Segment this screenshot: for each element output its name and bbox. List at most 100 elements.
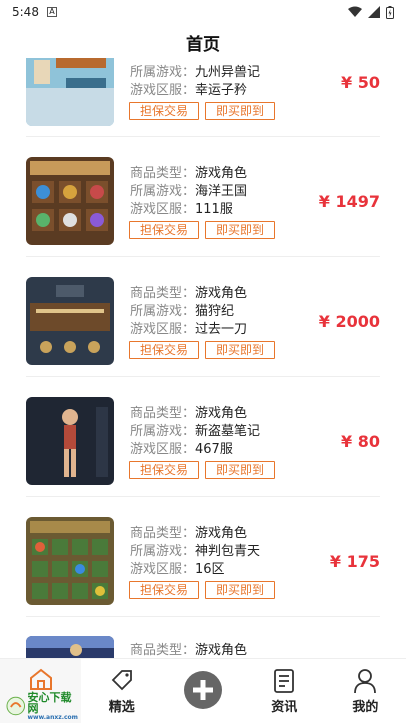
tab-publish[interactable]	[162, 659, 243, 723]
game-label: 所属游戏：	[130, 184, 196, 199]
list-item[interactable]: 商品类型：游戏角色 所属游戏：神判包青天 游戏区服：16区 担保交易 即买即到 …	[0, 517, 406, 637]
type-row: 商品类型：游戏角色	[130, 525, 260, 543]
instant-buy-tag[interactable]: 即买即到	[205, 581, 276, 599]
instant-buy-tag[interactable]: 即买即到	[205, 102, 276, 120]
list-item[interactable]: 商品类型：游戏角色	[0, 636, 406, 658]
item-info: 商品类型：游戏角色 所属游戏：海洋王国 游戏区服：111服	[130, 165, 247, 219]
list-item[interactable]: 所属游戏：九州异兽记 游戏区服：幸运子矜 担保交易 即买即到 ¥ 50	[0, 58, 406, 158]
notification-a-icon: A	[46, 7, 57, 17]
status-bar: 5:48 A	[0, 0, 406, 24]
tag-icon	[111, 670, 132, 691]
item-tags: 担保交易 即买即到	[129, 461, 276, 479]
divider	[26, 136, 380, 137]
tab-news[interactable]: 资讯	[244, 659, 325, 723]
tab-news-label: 资讯	[271, 700, 298, 715]
add-circle-icon	[184, 671, 222, 709]
status-left: 5:48 A	[12, 5, 57, 19]
type-value: 游戏角色	[195, 286, 248, 301]
watermark: 安心下载网 www.anxz.com	[6, 692, 81, 721]
item-price: ¥ 1497	[318, 192, 380, 211]
type-label: 商品类型：	[130, 526, 196, 541]
game-row: 所属游戏：猫狩纪	[130, 303, 247, 321]
server-value: 幸运子矜	[195, 83, 248, 98]
server-label: 游戏区服：	[130, 562, 196, 577]
wifi-icon	[348, 6, 362, 17]
item-price: ¥ 2000	[318, 312, 380, 331]
server-row: 游戏区服：幸运子矜	[130, 82, 260, 100]
instant-buy-tag[interactable]: 即买即到	[205, 221, 276, 239]
item-info: 所属游戏：九州异兽记 游戏区服：幸运子矜	[130, 64, 260, 100]
list-item[interactable]: 商品类型：游戏角色 所属游戏：海洋王国 游戏区服：111服 担保交易 即买即到 …	[0, 157, 406, 277]
game-value: 猫狩纪	[195, 304, 235, 319]
server-row: 游戏区服：467服	[130, 441, 260, 459]
item-price: ¥ 50	[341, 73, 380, 92]
battery-icon	[386, 5, 394, 19]
item-tags: 担保交易 即买即到	[129, 341, 276, 359]
game-row: 所属游戏：神判包青天	[130, 543, 260, 561]
server-label: 游戏区服：	[130, 322, 196, 337]
type-value: 游戏角色	[195, 526, 248, 541]
type-label: 商品类型：	[130, 166, 196, 181]
tab-mine[interactable]: 我的	[325, 659, 406, 723]
item-thumbnail	[26, 517, 114, 605]
page-title: 首页	[186, 35, 220, 55]
tab-home[interactable]: 安心下载网 www.anxz.com 首页	[0, 659, 82, 723]
product-list: 所属游戏：九州异兽记 游戏区服：幸运子矜 担保交易 即买即到 ¥ 50 商品类型…	[0, 58, 406, 658]
tab-featured[interactable]: 精选	[81, 659, 162, 723]
item-tags: 担保交易 即买即到	[129, 102, 276, 120]
type-label: 商品类型：	[130, 643, 196, 658]
item-info: 商品类型：游戏角色 所属游戏：猫狩纪 游戏区服：过去一刀	[130, 285, 247, 339]
server-value: 467服	[195, 442, 233, 457]
item-thumbnail	[26, 277, 114, 365]
item-info: 商品类型：游戏角色	[130, 642, 247, 658]
tab-mine-label: 我的	[352, 700, 379, 715]
bottom-tab-bar: 安心下载网 www.anxz.com 首页 精选 资讯	[0, 658, 406, 723]
game-label: 所属游戏：	[130, 424, 196, 439]
game-value: 新盗墓笔记	[195, 424, 261, 439]
watermark-logo-icon	[6, 696, 26, 715]
list-item[interactable]: 商品类型：游戏角色 所属游戏：猫狩纪 游戏区服：过去一刀 担保交易 即买即到 ¥…	[0, 277, 406, 397]
tab-featured-label: 精选	[108, 700, 135, 715]
server-value: 111服	[195, 202, 233, 217]
type-row: 商品类型：游戏角色	[130, 642, 247, 658]
game-value: 海洋王国	[195, 184, 248, 199]
status-right	[348, 5, 394, 19]
guarantee-trade-tag[interactable]: 担保交易	[129, 581, 200, 599]
user-icon	[354, 669, 377, 694]
item-info: 商品类型：游戏角色 所属游戏：新盗墓笔记 游戏区服：467服	[130, 405, 260, 459]
game-value: 九州异兽记	[195, 65, 261, 80]
game-row: 所属游戏：海洋王国	[130, 183, 247, 201]
item-thumbnail	[26, 397, 114, 485]
server-row: 游戏区服：16区	[130, 561, 260, 579]
list-item[interactable]: 商品类型：游戏角色 所属游戏：新盗墓笔记 游戏区服：467服 担保交易 即买即到…	[0, 397, 406, 517]
divider	[26, 616, 380, 617]
type-value: 游戏角色	[195, 643, 248, 658]
item-tags: 担保交易 即买即到	[129, 221, 276, 239]
type-value: 游戏角色	[195, 166, 248, 181]
item-info: 商品类型：游戏角色 所属游戏：神判包青天 游戏区服：16区	[130, 525, 260, 579]
instant-buy-tag[interactable]: 即买即到	[205, 341, 276, 359]
type-row: 商品类型：游戏角色	[130, 165, 247, 183]
server-label: 游戏区服：	[130, 202, 196, 217]
server-value: 过去一刀	[195, 322, 248, 337]
game-label: 所属游戏：	[130, 304, 196, 319]
server-label: 游戏区服：	[130, 442, 196, 457]
watermark-text: 安心下载网	[27, 691, 72, 715]
game-label: 所属游戏：	[130, 65, 196, 80]
server-value: 16区	[195, 562, 225, 577]
game-row: 所属游戏：九州异兽记	[130, 64, 260, 82]
divider	[26, 376, 380, 377]
guarantee-trade-tag[interactable]: 担保交易	[129, 461, 200, 479]
instant-buy-tag[interactable]: 即买即到	[205, 461, 276, 479]
divider	[26, 496, 380, 497]
server-label: 游戏区服：	[130, 83, 196, 98]
item-price: ¥ 80	[341, 432, 380, 451]
item-tags: 担保交易 即买即到	[129, 581, 276, 599]
guarantee-trade-tag[interactable]: 担保交易	[129, 221, 200, 239]
guarantee-trade-tag[interactable]: 担保交易	[129, 102, 200, 120]
type-label: 商品类型：	[130, 406, 196, 421]
item-thumbnail	[26, 157, 114, 245]
guarantee-trade-tag[interactable]: 担保交易	[129, 341, 200, 359]
type-value: 游戏角色	[195, 406, 248, 421]
server-row: 游戏区服：111服	[130, 201, 247, 219]
